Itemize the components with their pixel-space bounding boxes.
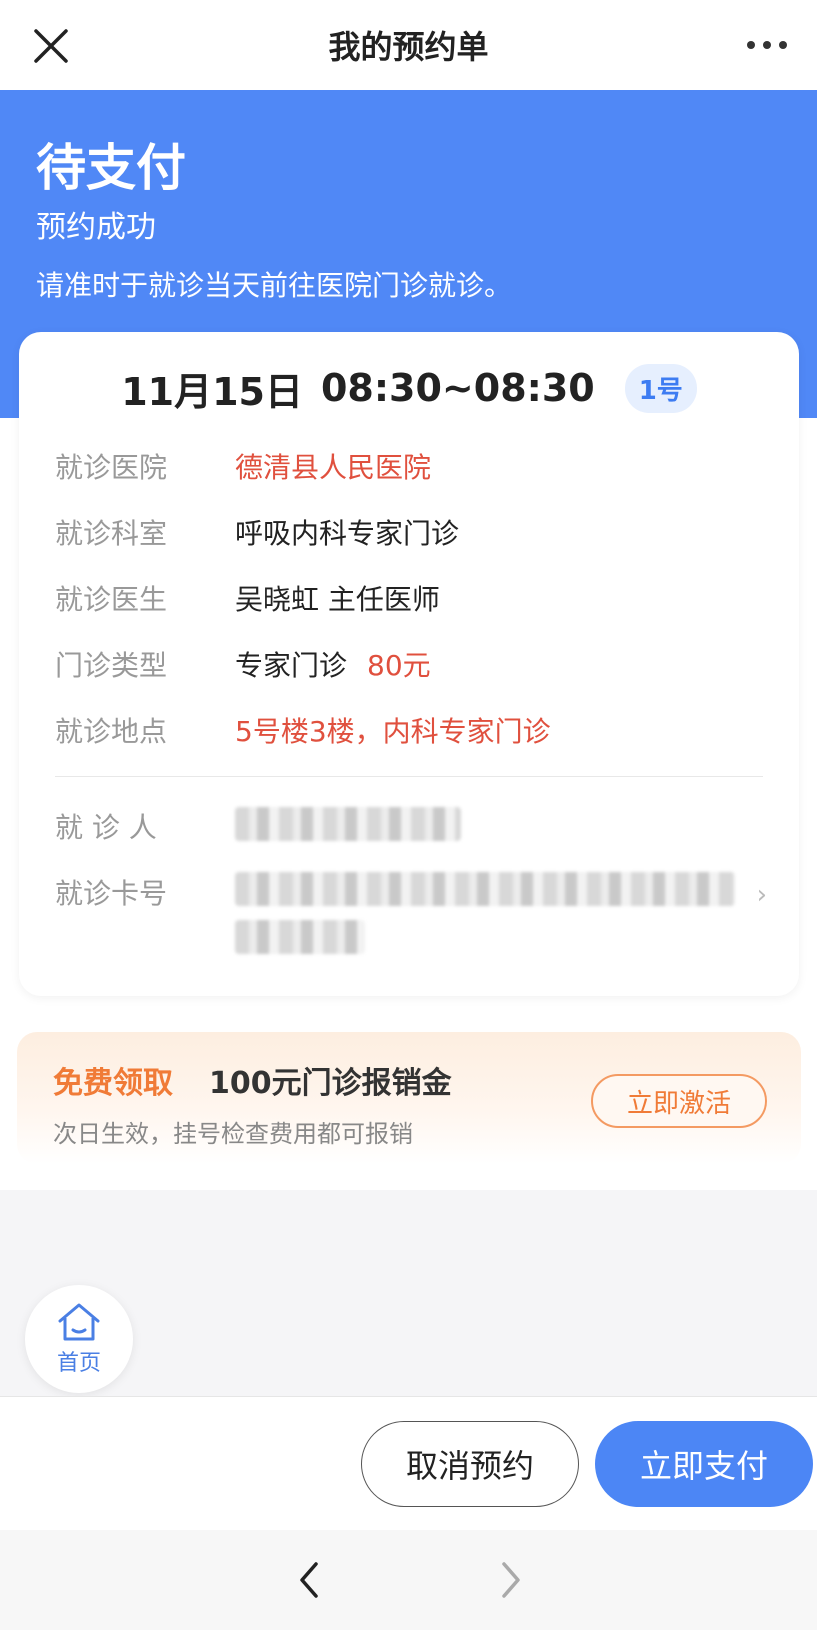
close-icon[interactable] xyxy=(32,27,70,65)
promo-banner[interactable]: 免费领取 100元门诊报销金 次日生效，挂号检查费用都可报销 立即激活 xyxy=(17,1032,801,1164)
hospital-label: 就诊医院 xyxy=(55,451,168,484)
department-value: 呼吸内科专家门诊 xyxy=(235,517,460,550)
home-button[interactable]: 首页 xyxy=(25,1285,133,1393)
visit-tip: 请准时于就诊当天前往医院门诊就诊。 xyxy=(36,269,513,302)
promo-description: 次日生效，挂号检查费用都可报销 xyxy=(53,1120,413,1148)
patient-label: 就 诊 人 xyxy=(55,811,157,844)
promo-free-label: 免费领取 xyxy=(53,1066,173,1101)
card-number-row[interactable]: 就诊卡号 xyxy=(55,872,775,972)
card-number-value-redacted xyxy=(235,872,735,954)
location-value: 5号楼3楼，内科专家门诊 xyxy=(235,715,551,748)
hospital-value: 德清县人民医院 xyxy=(235,451,432,484)
back-arrow-icon[interactable] xyxy=(290,1560,330,1600)
patient-row: 就 诊 人 xyxy=(55,806,775,846)
cancel-appointment-button[interactable]: 取消预约 xyxy=(361,1421,579,1507)
appointment-time: 11月15日 08:30~08:30 1号 xyxy=(19,358,799,418)
bottom-action-bar: 取消预约 立即支付 xyxy=(0,1396,817,1530)
location-label: 就诊地点 xyxy=(55,715,168,748)
top-navbar: 我的预约单 xyxy=(0,0,817,90)
promo-amount: 100元门诊报销金 xyxy=(209,1066,452,1101)
clinic-type-row: 门诊类型 专家门诊 80元 xyxy=(55,644,775,684)
page-title: 我的预约单 xyxy=(328,28,489,66)
department-label: 就诊科室 xyxy=(55,517,168,550)
activate-button[interactable]: 立即激活 xyxy=(591,1074,767,1128)
booking-result: 预约成功 xyxy=(36,210,156,245)
payment-status: 待支付 xyxy=(36,139,186,197)
divider xyxy=(55,776,763,777)
appointment-date: 11月15日 xyxy=(121,369,303,414)
patient-value-redacted xyxy=(235,806,461,841)
chevron-right-icon: › xyxy=(756,880,767,910)
home-icon xyxy=(58,1303,100,1341)
location-row: 就诊地点 5号楼3楼，内科专家门诊 xyxy=(55,710,775,750)
appointment-card: 11月15日 08:30~08:30 1号 就诊医院 德清县人民医院 就诊科室 … xyxy=(19,332,799,996)
clinic-type-label: 门诊类型 xyxy=(55,649,168,682)
home-label: 首页 xyxy=(56,1351,101,1376)
clinic-fee: 80元 xyxy=(367,649,431,682)
card-number-label: 就诊卡号 xyxy=(55,877,168,910)
doctor-row: 就诊医生 吴晓虹 主任医师 xyxy=(55,578,775,618)
doctor-label: 就诊医生 xyxy=(55,583,168,616)
more-icon[interactable] xyxy=(747,33,787,57)
queue-number-badge: 1号 xyxy=(624,363,697,413)
department-row: 就诊科室 呼吸内科专家门诊 xyxy=(55,512,775,552)
pay-now-button[interactable]: 立即支付 xyxy=(595,1421,813,1507)
appointment-time-range: 08:30~08:30 xyxy=(320,366,595,410)
doctor-value: 吴晓虹 主任医师 xyxy=(235,583,440,616)
forward-arrow-icon[interactable] xyxy=(490,1560,530,1600)
clinic-type-value: 专家门诊 80元 xyxy=(235,644,431,684)
clinic-type-text: 专家门诊 xyxy=(235,649,348,682)
browser-nav-bar xyxy=(0,1530,817,1630)
hospital-row: 就诊医院 德清县人民医院 xyxy=(55,446,775,486)
